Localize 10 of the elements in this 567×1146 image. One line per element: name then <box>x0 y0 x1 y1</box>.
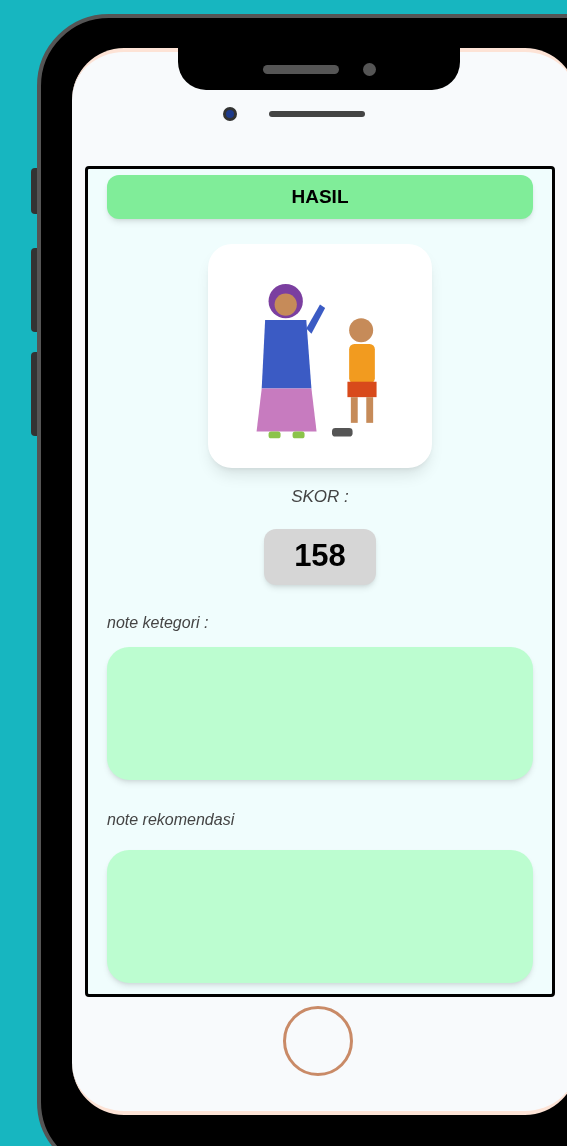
note-label: note rekomendasi <box>107 809 236 830</box>
camera-icon <box>362 62 376 76</box>
camera-icon <box>223 107 237 121</box>
score-value: 158 <box>264 528 376 585</box>
score-label: SKOR : <box>291 486 349 508</box>
note-label: note ketegori : <box>107 612 210 633</box>
page-title: HASIL <box>291 184 349 209</box>
speaker-icon <box>262 64 339 74</box>
home-button[interactable] <box>283 1006 353 1076</box>
speaker-icon <box>269 111 365 117</box>
